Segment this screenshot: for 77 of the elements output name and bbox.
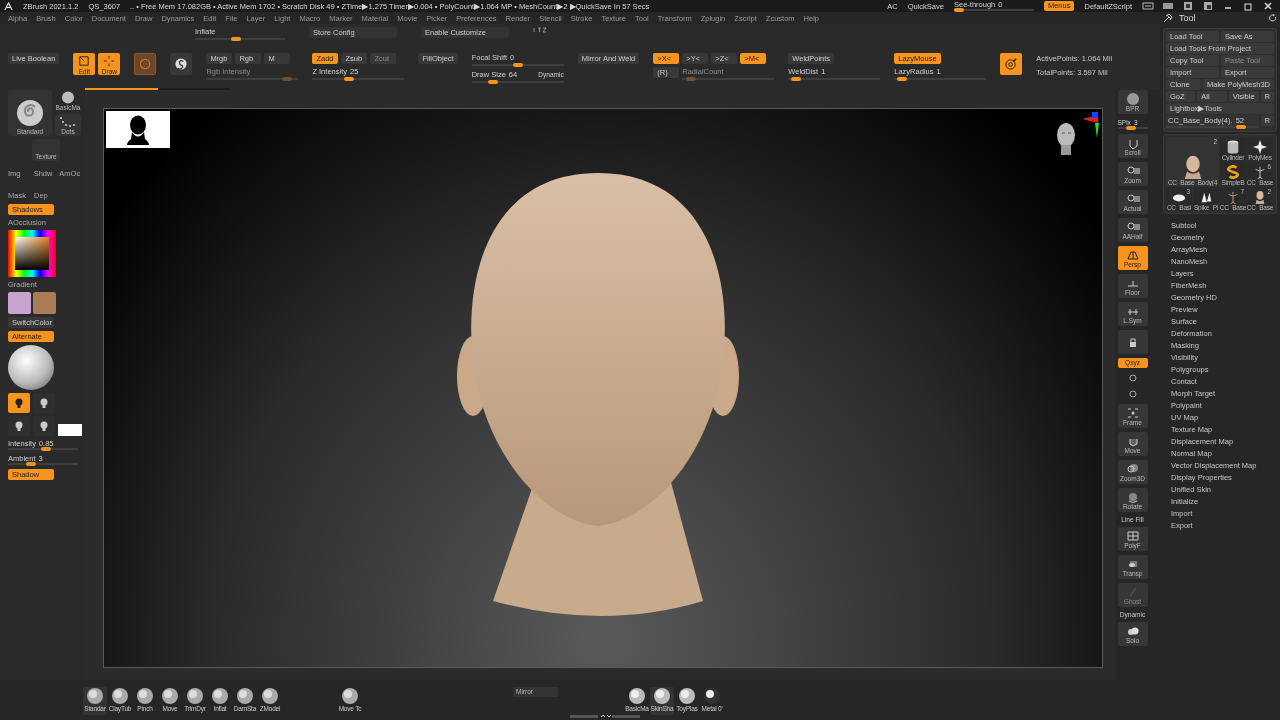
light-bulb-button[interactable] (8, 393, 30, 413)
tool-button[interactable] (170, 53, 193, 75)
color-swatch[interactable] (33, 292, 56, 314)
circle-icon (138, 57, 153, 71)
slider-handle[interactable] (343, 77, 354, 81)
material-sphere-icon (628, 687, 646, 705)
tool-button[interactable] (1000, 53, 1023, 75)
sphere-icon (61, 91, 75, 104)
axis-letters-icon (533, 27, 547, 33)
cylinder-icon (1226, 140, 1240, 154)
material-sphere (8, 345, 54, 390)
material-sphere-icon (678, 687, 696, 705)
layout-icon[interactable] (1182, 1, 1194, 11)
s-logo-icon (1226, 165, 1240, 179)
light-bulb-button[interactable] (33, 393, 55, 413)
frame-icon (1125, 406, 1140, 419)
dots-icon (59, 116, 77, 128)
color-swatch[interactable] (8, 292, 31, 314)
light-bulb-button[interactable] (8, 416, 30, 436)
slider-handle[interactable] (896, 77, 907, 81)
slider-handle[interactable] (1236, 125, 1247, 129)
head-silhouette-icon (127, 114, 149, 145)
brush-sphere-icon (341, 687, 359, 705)
brush-sphere-icon (186, 687, 204, 705)
zoom-icon (1125, 164, 1140, 177)
zoom-icon (1125, 220, 1140, 233)
grid-icon (1125, 529, 1140, 542)
spiral-icon (174, 57, 189, 71)
zoom-icon (1125, 192, 1140, 205)
perspective-grid-icon (1125, 248, 1140, 261)
material-sphere-icon (703, 687, 721, 705)
figure-icon (1226, 190, 1240, 204)
material-sphere-icon (653, 687, 671, 705)
slider-handle[interactable] (790, 77, 801, 81)
figure-icon (1253, 165, 1267, 179)
brush-sphere-icon (236, 687, 254, 705)
light-bulb-icon (15, 397, 23, 409)
brush-sphere-icon (161, 687, 179, 705)
brush-sphere-icon (136, 687, 154, 705)
zbrush-logo-icon (4, 1, 13, 11)
hammer-icon (1163, 13, 1173, 23)
viewport-canvas[interactable] (103, 108, 1103, 668)
edit-icon (77, 53, 92, 68)
slider-handle[interactable] (512, 63, 523, 67)
view-button[interactable] (1117, 330, 1148, 354)
slider-handle[interactable] (953, 7, 964, 12)
brush-sphere-icon (86, 687, 104, 705)
brush-sphere-icon (211, 687, 229, 705)
light-color-swatch[interactable] (58, 424, 82, 436)
slider-handle[interactable] (26, 462, 36, 466)
light-bulb-icon (15, 420, 23, 432)
head-bust-drawing (1253, 190, 1267, 204)
reset-icon[interactable] (1269, 14, 1277, 22)
target-brush-icon (1004, 57, 1019, 71)
slider-handle[interactable] (1125, 126, 1136, 130)
light-bulb-button[interactable] (33, 416, 55, 436)
spike-icon (1199, 190, 1213, 204)
slider-handle[interactable] (488, 80, 499, 84)
panel-title: Tool (1179, 13, 1196, 23)
brush-sphere-icon (111, 687, 129, 705)
sphere-icon (1125, 92, 1140, 105)
light-bulb-icon (40, 397, 48, 409)
slider-handle[interactable] (231, 37, 241, 41)
zoom-sphere-icon (1125, 462, 1140, 475)
layout-icon[interactable] (1202, 1, 1214, 11)
star-icon (1253, 140, 1267, 154)
crosshair-icon (102, 53, 117, 68)
collapse-handle-icon[interactable] (570, 714, 640, 719)
slider-handle[interactable] (41, 447, 51, 451)
swirl-sphere-icon (15, 98, 45, 128)
panel-toggle-icon[interactable] (1142, 1, 1154, 11)
light-bulb-icon (40, 420, 48, 432)
brush-sphere-icon (261, 687, 279, 705)
panel-toggle-icon[interactable] (1162, 1, 1174, 11)
restore-icon[interactable] (1242, 1, 1254, 11)
color-picker[interactable] (8, 230, 56, 277)
close-icon[interactable] (1262, 1, 1274, 11)
